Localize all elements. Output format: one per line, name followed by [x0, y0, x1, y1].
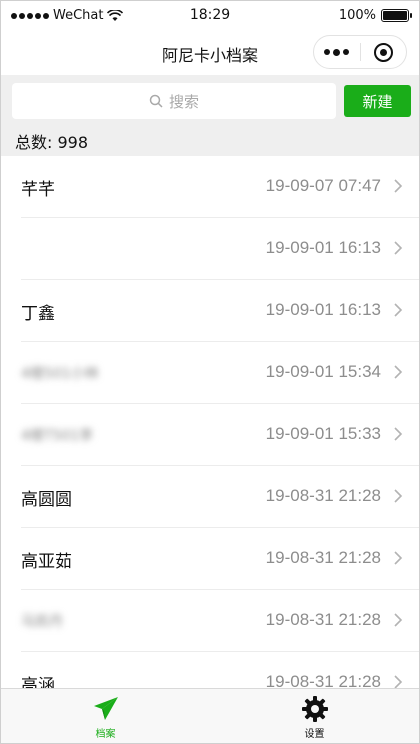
- target-icon: [373, 42, 393, 62]
- total-count: 总数: 998: [1, 129, 419, 156]
- record-time: 19-08-31 21:28: [265, 486, 381, 505]
- record-time: 19-09-01 15:33: [265, 424, 381, 443]
- chevron-right-icon: [394, 303, 403, 317]
- battery-percent: 100%: [338, 8, 376, 23]
- tab-archive-label: 档案: [95, 729, 116, 740]
- navigation-bar: 阿尼卡小档案: [1, 31, 419, 75]
- chevron-right-icon: [394, 427, 403, 441]
- tab-bar: 档案 设置: [1, 688, 419, 743]
- status-bar: WeChat 18:29 100%: [1, 1, 419, 31]
- new-record-button[interactable]: 新建: [344, 85, 411, 117]
- record-time: 19-09-01 16:13: [265, 300, 381, 319]
- gear-icon: [301, 696, 328, 722]
- record-name: 高圆圆: [21, 490, 72, 510]
- record-name: 马凯丹: [21, 614, 63, 630]
- chevron-right-icon: [394, 613, 403, 627]
- tab-settings-label: 设置: [304, 729, 325, 740]
- record-time: 19-08-31 21:28: [265, 610, 381, 629]
- list-item[interactable]: 芊芊 19-09-07 07:47: [1, 156, 419, 218]
- paper-plane-icon: [93, 697, 118, 720]
- search-input[interactable]: 搜索: [12, 83, 336, 119]
- chevron-right-icon: [394, 241, 403, 255]
- tab-settings[interactable]: 设置: [210, 689, 419, 743]
- record-time: 19-09-01 15:34: [265, 362, 381, 381]
- chevron-right-icon: [394, 365, 403, 379]
- list-item[interactable]: 马凯丹 19-08-31 21:28: [1, 590, 419, 652]
- chevron-right-icon: [394, 489, 403, 503]
- record-name: 芊芊: [21, 180, 55, 200]
- status-right: 100%: [338, 8, 412, 23]
- list-item[interactable]: 高圆圆 19-08-31 21:28: [1, 466, 419, 528]
- miniprogram-capsule: [313, 35, 407, 69]
- chevron-right-icon: [394, 179, 403, 193]
- record-list: 芊芊 19-09-07 07:47 19-09-01 16:13 丁鑫 19-09-01…: [1, 156, 419, 690]
- record-name: 4楼501小林: [21, 366, 99, 382]
- list-item[interactable]: 4楼501小林 19-09-01 15:34: [1, 342, 419, 404]
- tab-archive[interactable]: 档案: [1, 689, 210, 743]
- record-name: 丁鑫: [21, 304, 55, 324]
- battery-icon: [381, 9, 412, 22]
- list-item[interactable]: 4楼T501李 19-09-01 15:33: [1, 404, 419, 466]
- list-item[interactable]: 丁鑫 19-09-01 16:13: [1, 280, 419, 342]
- list-item[interactable]: 高涵 19-08-31 21:28: [1, 652, 419, 690]
- record-name: 高亚茹: [21, 552, 72, 572]
- record-time: 19-09-01 16:13: [265, 238, 381, 257]
- record-name: 4楼T501李: [21, 428, 94, 444]
- record-time: 19-08-31 21:28: [265, 548, 381, 567]
- chevron-right-icon: [394, 551, 403, 565]
- close-miniprogram-button[interactable]: [360, 36, 406, 68]
- list-item[interactable]: 高亚茹 19-08-31 21:28: [1, 528, 419, 590]
- search-placeholder: 搜索: [168, 92, 199, 111]
- list-item[interactable]: 19-09-01 16:13: [1, 218, 419, 280]
- more-menu-button[interactable]: [314, 36, 360, 68]
- record-time: 19-09-07 07:47: [265, 176, 381, 195]
- phone-frame: WeChat 18:29 100% 阿尼卡小档案 搜索 新建 总数: 998 芊…: [0, 0, 420, 744]
- search-area: 搜索 新建: [1, 75, 419, 129]
- search-icon: [149, 94, 163, 108]
